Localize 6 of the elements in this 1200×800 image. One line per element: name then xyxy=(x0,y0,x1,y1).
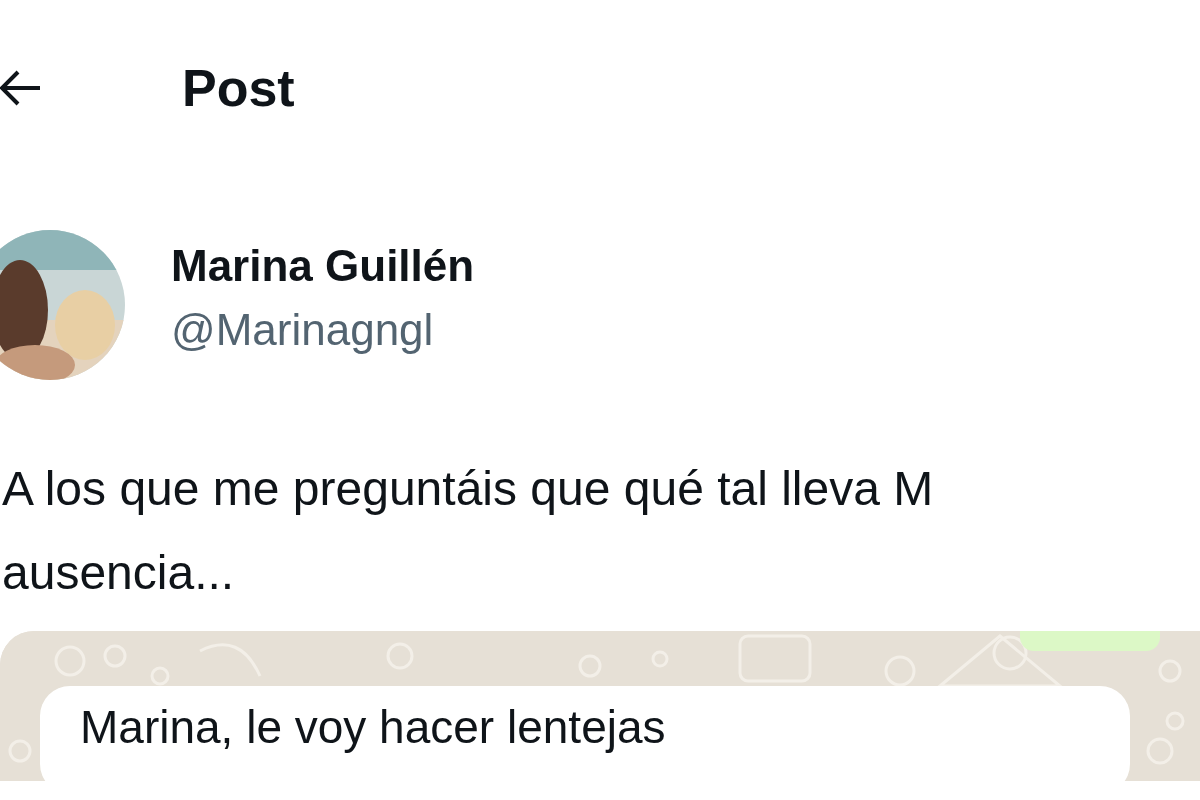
post-text: A los que me preguntáis que qué tal lleva M xyxy=(2,461,935,517)
page-title: Post xyxy=(182,57,295,118)
post-text: ausencia... xyxy=(2,544,236,601)
author-handle[interactable]: @Marinagngl xyxy=(171,305,475,355)
chat-message: Marina, le voy hacer lentejas xyxy=(40,686,1130,782)
author-name[interactable]: Marina Guillén xyxy=(171,241,475,291)
